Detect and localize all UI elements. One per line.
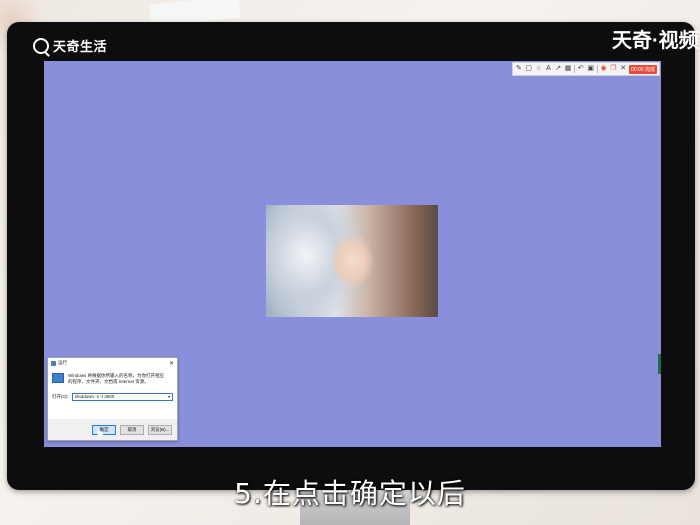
brand-watermark-right: 天奇·视频 [612,30,699,52]
done-button[interactable]: 00:00 完成 [629,64,657,74]
brand-name-left: 天奇生活 [53,39,108,54]
circle-icon[interactable]: ○ [535,64,543,74]
undo-icon[interactable]: ↶ [577,64,585,74]
run-dialog-body: Windows 将根据你所输入的名称，为你打开相应的程序、文件夹、文档或 Int… [48,368,177,385]
browse-button[interactable]: 浏览(B)... [148,424,172,435]
run-program-icon [52,373,64,383]
video-subtitle: 5.在点击确定以后 [234,477,466,510]
open-row: 打开(O): shutdown -s -t 3600 ▾ [48,385,177,401]
pen-icon[interactable]: ✎ [515,64,523,74]
command-input[interactable]: shutdown -s -t 3600 ▾ [71,393,173,401]
save-icon[interactable]: ▣ [587,64,595,74]
open-label: 打开(O): [52,394,69,399]
text-icon[interactable]: A [544,64,552,74]
toolbar-divider [596,65,598,73]
toolbar-divider [573,65,575,73]
cancel-button[interactable]: 取消 [120,424,144,435]
chevron-down-icon[interactable]: ▾ [168,394,170,400]
run-icon [51,360,56,366]
run-dialog-title: 运行 [58,360,67,365]
pin-icon[interactable]: ◉ [600,64,608,74]
close-icon[interactable]: ✕ [169,360,174,367]
brand-watermark-left: 天奇生活 [33,36,107,55]
run-dialog-titlebar[interactable]: 运行 ✕ [48,358,177,368]
run-dialog-description: Windows 将根据你所输入的名称，为你打开相应的程序、文件夹、文档或 Int… [68,373,165,384]
screenshot-toolbar: ✎ ▢ ○ A ↗ ▦ ↶ ▣ ◉ ❐ ✕ 00:00 完成 [512,62,660,76]
run-dialog: 运行 ✕ Windows 将根据你所输入的名称，为你打开相应的程序、文件夹、文档… [47,357,178,441]
command-value: shutdown -s -t 3600 [74,394,115,399]
side-indicator [658,354,661,374]
run-dialog-footer: 确定 取消 浏览(B)... [48,419,177,440]
arrow-icon[interactable]: ↗ [554,64,562,74]
mosaic-icon[interactable]: ▦ [564,64,572,74]
rectangle-icon[interactable]: ▢ [525,64,533,74]
selected-image [266,205,438,317]
desktop-screen: ✎ ▢ ○ A ↗ ▦ ↶ ▣ ◉ ❐ ✕ 00:00 完成 运行 ✕ Wind… [44,61,661,447]
search-logo-icon [33,37,49,54]
close-icon[interactable]: ✕ [619,64,627,74]
copy-icon[interactable]: ❐ [609,64,617,74]
